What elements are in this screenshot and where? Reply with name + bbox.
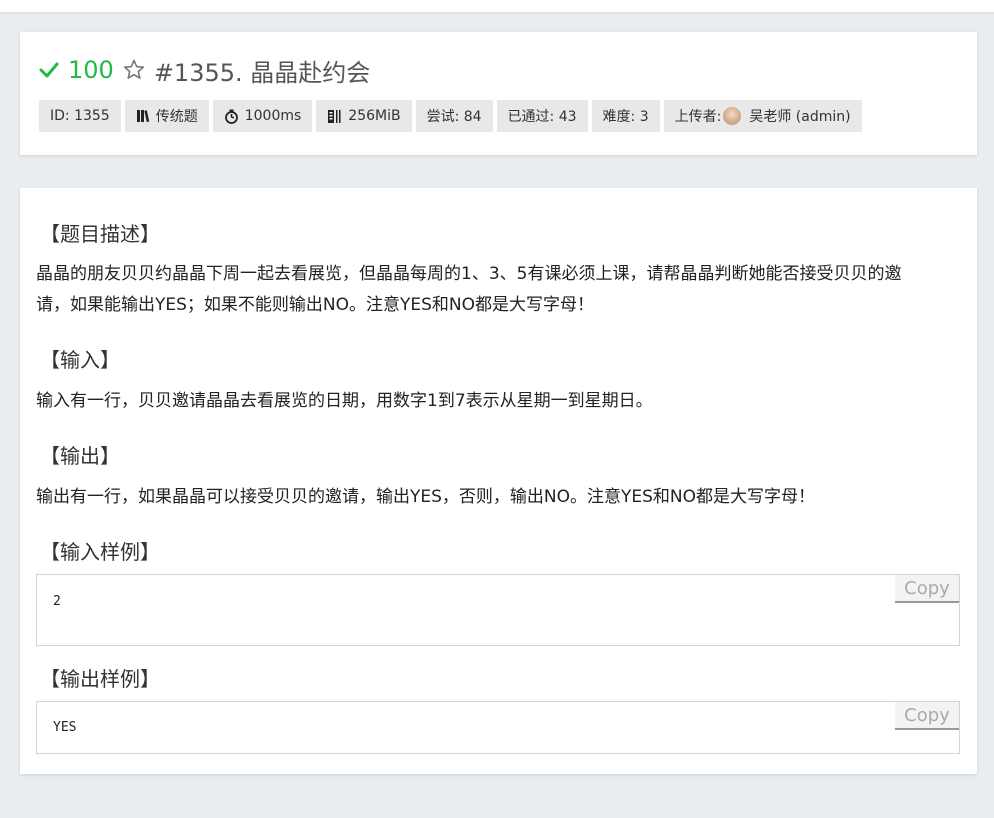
score-link[interactable]: 100	[68, 56, 114, 84]
check-icon	[38, 59, 60, 81]
problem-id-text: ID: 1355	[50, 108, 110, 124]
problem-type-label: 传统题	[124, 100, 209, 132]
attempts-label: 尝试: 84	[415, 100, 493, 132]
uploader-prefix: 上传者:	[674, 109, 722, 125]
time-limit-text: 1000ms	[244, 108, 302, 124]
description-line: 请，如果能输出YES；如果不能则输出NO。注意YES和NO都是大写字母！	[36, 295, 595, 315]
book-icon	[136, 109, 150, 123]
output-description: 输出有一行，如果晶晶可以接受贝贝的邀请，输出YES，否则，输出NO。注意YES和…	[36, 487, 816, 507]
uploader-link[interactable]: 吴老师 (admin)	[749, 106, 850, 126]
memory-limit-label: 256MiB	[316, 100, 412, 132]
stopwatch-icon	[224, 109, 239, 124]
sample-input-box: 2 Copy	[36, 574, 960, 646]
input-description: 输入有一行，贝贝邀请晶晶去看展览的日期，用数字1到7表示从星期一到星期日。	[36, 391, 653, 411]
accepted-text: 已通过: 43	[507, 109, 577, 125]
memory-limit-text: 256MiB	[348, 108, 401, 124]
sample-input-heading: 【输入样例】	[40, 540, 160, 564]
problem-id-label: ID: 1355	[39, 100, 121, 132]
memory-icon	[327, 109, 342, 124]
description-heading: 【题目描述】	[40, 222, 160, 246]
problem-content-card: 【题目描述】 晶晶的朋友贝贝约晶晶下周一起去看展览，但晶晶每周的1、3、5有课必…	[20, 188, 977, 774]
difficulty-text: 难度: 3	[602, 109, 649, 125]
attempts-text: 尝试: 84	[426, 109, 482, 125]
star-icon[interactable]	[122, 58, 146, 82]
uploader-label: 上传者: 吴老师 (admin)	[663, 100, 862, 132]
top-navbar	[0, 0, 994, 12]
problem-type-text: 传统题	[155, 109, 198, 125]
sample-output-heading: 【输出样例】	[40, 667, 160, 691]
copy-sample-input-button[interactable]: Copy	[895, 575, 959, 603]
time-limit-label: 1000ms	[212, 100, 313, 132]
sample-output-code: YES	[53, 720, 77, 735]
problem-meta-labels: ID: 1355 传统题 1000ms 256MiB 尝试: 84 已通过: 4…	[39, 100, 862, 132]
sample-input-code: 2	[53, 594, 61, 609]
avatar	[723, 107, 742, 125]
description-paragraph: 晶晶的朋友贝贝约晶晶下周一起去看展览，但晶晶每周的1、3、5有课必须上课，请帮晶…	[36, 259, 956, 321]
copy-sample-output-button[interactable]: Copy	[895, 702, 959, 730]
sample-output-box: YES Copy	[36, 701, 960, 754]
problem-title: #1355. 晶晶赴约会	[153, 58, 371, 87]
accepted-label: 已通过: 43	[496, 100, 588, 132]
output-heading: 【输出】	[40, 444, 120, 468]
difficulty-label: 难度: 3	[591, 100, 660, 132]
description-line: 晶晶的朋友贝贝约晶晶下周一起去看展览，但晶晶每周的1、3、5有课必须上课，请帮晶…	[36, 264, 902, 284]
problem-title-row: 100 #1355. 晶晶赴约会	[38, 52, 370, 88]
input-heading: 【输入】	[40, 348, 120, 372]
problem-header-card: 100 #1355. 晶晶赴约会 ID: 1355 传统题 1000ms 256…	[20, 32, 977, 155]
